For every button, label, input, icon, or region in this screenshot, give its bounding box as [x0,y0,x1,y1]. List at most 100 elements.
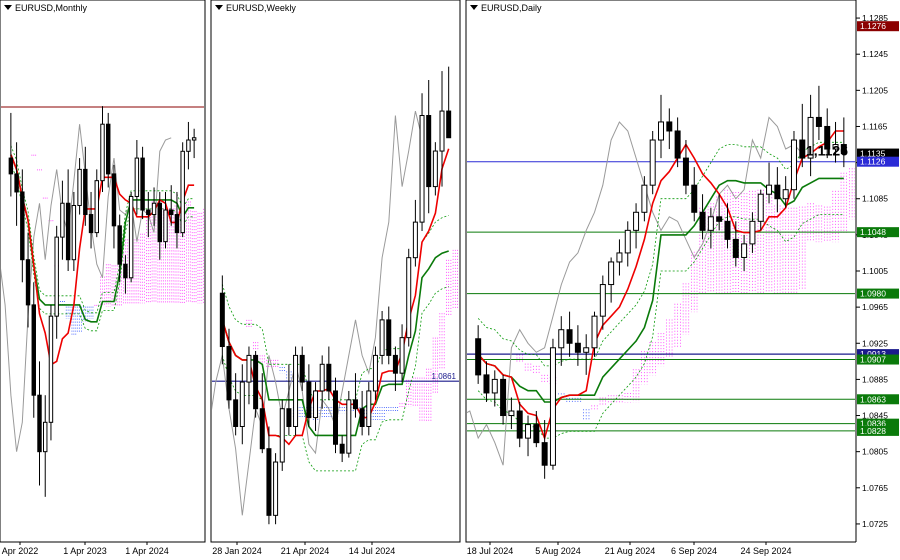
candle-body [180,150,185,234]
candle-body [782,189,789,200]
candle-body [757,193,764,222]
price-tick-label: 1.1205 [862,85,888,95]
candle-body [239,381,245,427]
candle-body [366,390,372,427]
price-tick-label: 1.1165 [862,121,888,131]
price-tag-label: 1.1126 [860,157,886,167]
candle-body [815,116,822,127]
price-tick-label: 1.0885 [862,374,888,384]
candle-body [432,150,438,188]
chart-workspace: EURUSD,Monthly Apr 2022 1 Apr 2023 1 Apr 20… [0,0,900,560]
candle-body [491,378,498,394]
candle-body [88,214,94,234]
candle-body [8,157,14,175]
candle-body [558,329,565,349]
candle-body [516,410,523,439]
candle-body [392,354,398,374]
candle-body [346,399,352,454]
x-tick-label: 5 Aug 2024 [535,546,581,556]
price-axis [856,0,900,560]
panel-weekly: EURUSD,Weekly 1.0861 28 Jan 2024 21 Apr 202… [210,0,461,556]
panel-monthly: EURUSD,Monthly Apr 2022 1 Apr 2023 1 Apr 20… [0,0,206,556]
x-tick-label: 1 Apr 2024 [125,546,169,556]
candle-body [483,374,490,394]
candle-body [633,211,640,231]
panel-title: EURUSD,Monthly [15,3,88,13]
candle-body [599,284,606,317]
candle-body [60,202,65,238]
candle-body [766,184,773,195]
candle-body [658,121,664,141]
candle-body [426,115,432,188]
candle-body [666,121,673,132]
candle-body [71,205,77,261]
price-tag-label: 1.1276 [860,21,886,31]
candle-body [157,202,162,243]
candle-body [279,408,285,463]
candle-body [333,390,338,445]
candle-body [293,354,299,427]
candle-body [48,315,54,423]
price-tick-label: 1.0765 [862,483,888,493]
candle-body [641,184,648,213]
candle-body [151,202,157,216]
panel-frame [210,0,461,543]
panel-daily: EURUSD,Daily 18 Jul 2024 5 Aug 2024 21 Aug … [465,0,857,556]
candle-body [174,214,180,234]
candle-body [319,363,325,392]
panel-title: EURUSD,Daily [481,3,542,13]
candle-body [169,209,174,216]
candle-body [146,209,151,216]
candle-body [359,408,365,427]
candle-body [266,448,272,516]
price-tag-label: 1.0863 [860,394,886,404]
candle-body [732,238,739,258]
x-tick-label: 18 Jul 2024 [467,546,514,556]
candle-body [649,139,656,186]
candle-body [233,399,239,427]
price-tick-label: 1.0965 [862,302,888,312]
candle-body [246,354,252,383]
candle-body [100,123,105,182]
candle-body [83,168,88,216]
candle-body [406,257,412,339]
price-tick-label: 1.0725 [862,519,888,529]
candle-body [128,195,134,279]
candle-body [386,319,392,356]
price-tick-label: 1.0925 [862,338,888,348]
candle-body [574,342,581,353]
candle-body [799,139,806,159]
candle-body [253,354,259,410]
candle-body [20,191,25,261]
candle-body [379,319,385,356]
price-tag-label: 1.0828 [860,426,886,436]
candle-body [186,139,191,152]
candle-body [749,220,756,245]
price-annotation: 1,1126 [806,143,848,159]
candle-body [674,130,681,159]
candle-body [682,157,689,186]
candle-body [716,216,723,222]
candle-body [77,168,82,207]
candle-body [14,173,19,193]
candle-body [419,115,425,223]
candle-body [226,346,232,401]
candle-body [446,110,452,139]
x-tick-label: Apr 2022 [2,546,39,556]
candle-body [352,399,358,410]
candle-body [25,259,31,306]
candle-body [541,442,548,466]
candle-body [549,347,556,466]
price-tick-label: 1.1005 [862,266,888,276]
candle-body [790,139,797,191]
candle-body [475,338,482,376]
candle-body [699,211,706,231]
price-tag-label: 1.0980 [860,289,886,299]
candle-body [608,261,615,286]
panel-title: EURUSD,Weekly [226,3,296,13]
candle-body [508,410,515,417]
candle-body [54,236,59,317]
level-label: 1.0861 [432,372,457,381]
candle-body [94,180,99,234]
candle-body [399,337,405,374]
